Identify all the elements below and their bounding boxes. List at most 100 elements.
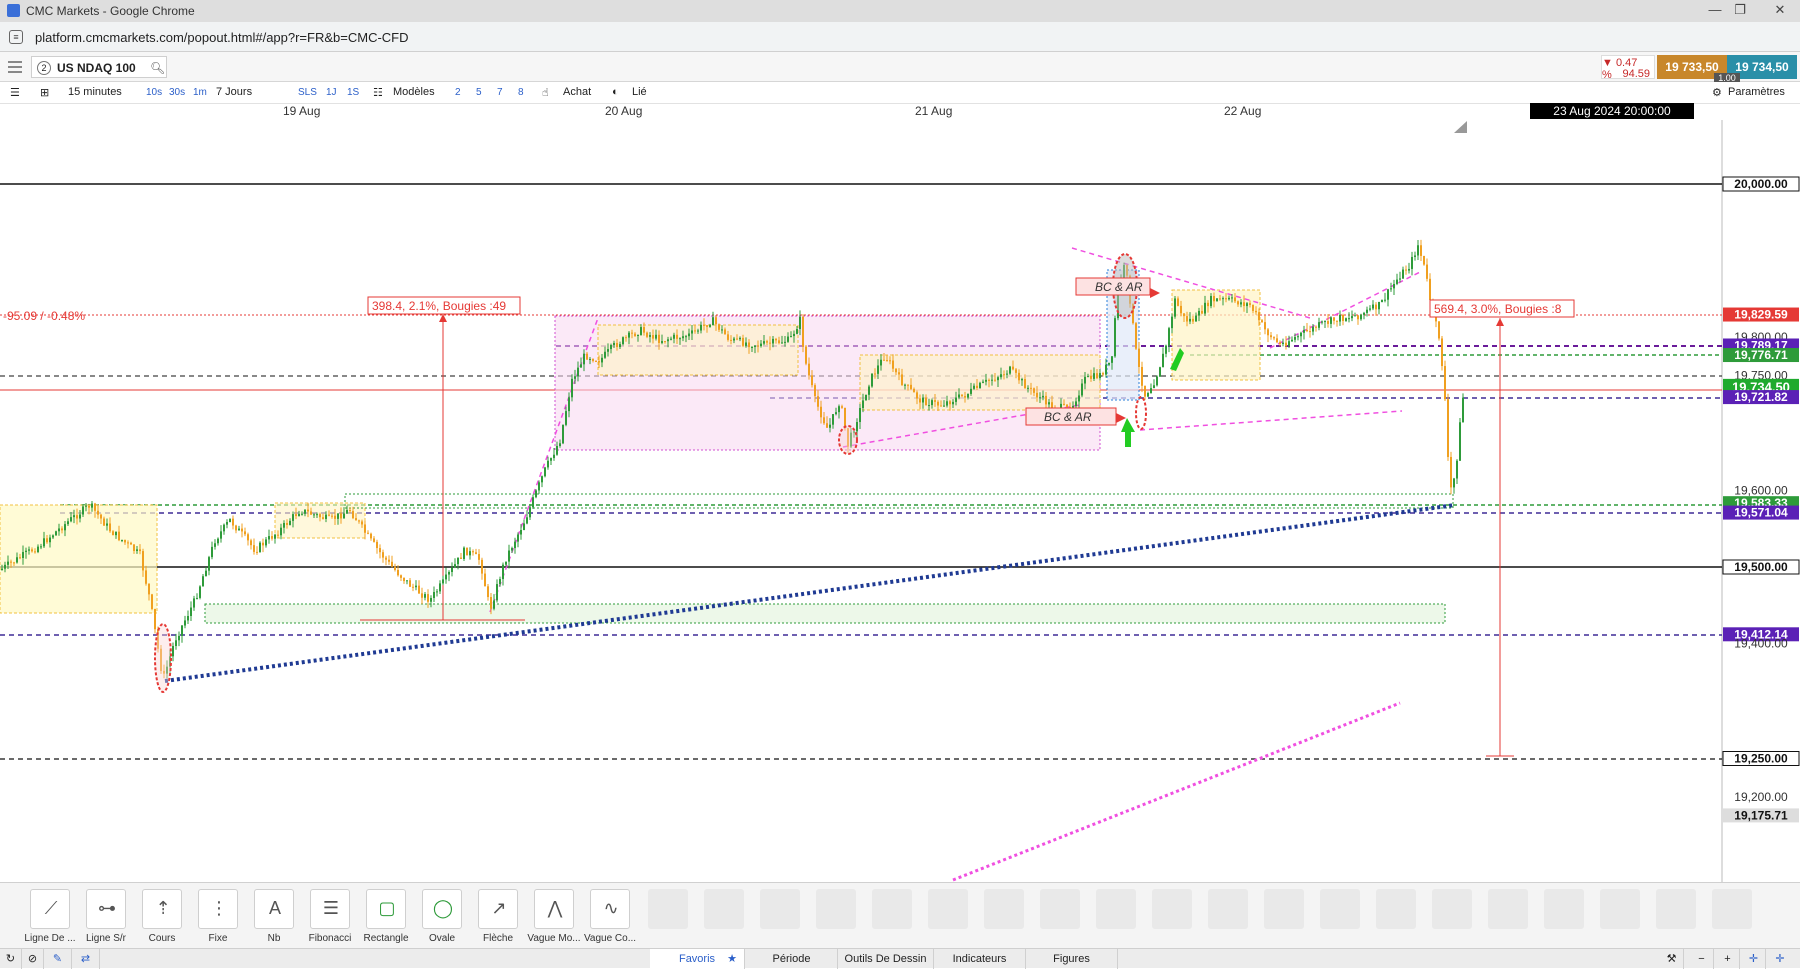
- buy-hand-icon[interactable]: ☝: [542, 86, 549, 99]
- empty-tool-slot[interactable]: [1432, 889, 1472, 929]
- empty-tool-slot[interactable]: [1488, 889, 1528, 929]
- crosshair-tool-icon[interactable]: ⚒: [1660, 949, 1684, 969]
- template-8[interactable]: 8: [518, 87, 524, 98]
- candle-body: [274, 534, 276, 539]
- arrow-tool-button[interactable]: ↗: [478, 889, 518, 929]
- link-icon[interactable]: ◐: [612, 86, 619, 98]
- sr-line-tool-button[interactable]: ⊶: [86, 889, 126, 929]
- interval-30s[interactable]: 30s: [169, 87, 185, 98]
- empty-tool-slot[interactable]: [704, 889, 744, 929]
- tab-indicators[interactable]: Indicateurs: [934, 949, 1026, 969]
- oval-tool-button[interactable]: ◯: [422, 889, 462, 929]
- candle-body: [838, 406, 840, 413]
- star-icon[interactable]: ★: [718, 949, 746, 969]
- candle-body: [1042, 395, 1044, 398]
- empty-tool-slot[interactable]: [1376, 889, 1416, 929]
- trend-line-tool-button[interactable]: ⟋: [30, 889, 70, 929]
- candle-body: [1408, 268, 1410, 271]
- empty-tool-slot[interactable]: [1040, 889, 1080, 929]
- settings-button[interactable]: Paramètres: [1728, 86, 1785, 98]
- url-text[interactable]: platform.cmcmarkets.com/popout.html#/app…: [35, 30, 409, 45]
- wave-mo-tool-button[interactable]: ⋀: [534, 889, 574, 929]
- candle-body: [793, 333, 795, 337]
- candle-body: [490, 597, 492, 609]
- empty-tool-slot[interactable]: [1264, 889, 1304, 929]
- interval-10s[interactable]: 10s: [146, 87, 162, 98]
- candle-body: [178, 635, 180, 641]
- candle-body: [874, 373, 876, 375]
- crosshair-icon[interactable]: ✛: [1742, 949, 1766, 969]
- candle-body: [1264, 322, 1266, 330]
- empty-tool-slot[interactable]: [984, 889, 1024, 929]
- date-label: 21 Aug: [915, 104, 953, 118]
- day-change-label: -95.09 / -0.48%: [3, 309, 85, 323]
- empty-tool-slot[interactable]: [760, 889, 800, 929]
- candle-body: [568, 397, 570, 412]
- layout-icon[interactable]: ⊞: [40, 86, 49, 99]
- empty-tool-slot[interactable]: [816, 889, 856, 929]
- bottom-tab-bar: ↻ ⊘ ✎ ⇄ Favoris ★ Période Outils De Dess…: [0, 948, 1800, 969]
- empty-tool-slot[interactable]: [1320, 889, 1360, 929]
- template-7[interactable]: 7: [497, 87, 503, 98]
- pencil-icon[interactable]: ✎: [44, 949, 72, 969]
- candle-body: [1048, 402, 1050, 405]
- templates-icon[interactable]: ☷: [373, 86, 383, 99]
- fibonacci-tool-button[interactable]: ☰: [310, 889, 350, 929]
- candle-body: [745, 342, 747, 346]
- template-5[interactable]: 5: [476, 87, 482, 98]
- refresh-icon[interactable]: ↻: [0, 949, 22, 969]
- list-icon[interactable]: ☰: [10, 86, 20, 99]
- tab-figures[interactable]: Figures: [1026, 949, 1118, 969]
- zoom-out-icon[interactable]: −: [1690, 949, 1714, 969]
- price-chart[interactable]: 398.4, 2.1%, Bougies :49 569.4, 3.0%, Bo…: [0, 120, 1800, 882]
- text-note-tool-button[interactable]: A: [254, 889, 294, 929]
- range-1j[interactable]: 1J: [326, 87, 337, 98]
- range-1s[interactable]: 1S: [347, 87, 359, 98]
- shuffle-icon[interactable]: ⇄: [72, 949, 100, 969]
- block-icon[interactable]: ⊘: [22, 949, 44, 969]
- candle-body: [1459, 422, 1461, 461]
- instrument-selector[interactable]: 2 US NDAQ 100 🔍︎: [31, 56, 167, 78]
- empty-tool-slot[interactable]: [872, 889, 912, 929]
- range-sls[interactable]: SLS: [298, 87, 317, 98]
- candle-body: [658, 334, 660, 343]
- candle-body: [835, 412, 837, 415]
- price-line-tool-button[interactable]: ⇡: [142, 889, 182, 929]
- empty-tool-slot[interactable]: [1208, 889, 1248, 929]
- rectangle-tool-button[interactable]: ▢: [366, 889, 406, 929]
- buy-mode-button[interactable]: Achat: [563, 86, 591, 98]
- menu-icon[interactable]: [8, 61, 22, 73]
- templates-button[interactable]: Modèles: [393, 86, 435, 98]
- candle-body: [328, 514, 330, 516]
- empty-tool-slot[interactable]: [1600, 889, 1640, 929]
- interval-select[interactable]: 15 minutes: [68, 86, 122, 98]
- empty-tool-slot[interactable]: [1544, 889, 1584, 929]
- candle-body: [364, 524, 366, 533]
- close-icon[interactable]: ✕: [1765, 2, 1795, 20]
- empty-tool-slot[interactable]: [1096, 889, 1136, 929]
- empty-tool-slot[interactable]: [1712, 889, 1752, 929]
- interval-1m[interactable]: 1m: [193, 87, 207, 98]
- settings-icon[interactable]: ⚙: [1712, 86, 1722, 99]
- tool-label: Fixe: [208, 933, 228, 944]
- tab-period[interactable]: Période: [746, 949, 838, 969]
- search-icon[interactable]: 🔍︎: [150, 61, 165, 75]
- crosshair-alt-icon[interactable]: ✛: [1768, 949, 1792, 969]
- measure-label-1: 398.4, 2.1%, Bougies :49: [372, 299, 506, 313]
- candle-body: [997, 377, 999, 381]
- vertical-line-tool-button[interactable]: ⋮: [198, 889, 238, 929]
- wave-co-tool-button[interactable]: ∿: [590, 889, 630, 929]
- tab-drawing-tools[interactable]: Outils De Dessin: [838, 949, 934, 969]
- range-select[interactable]: 7 Jours: [216, 86, 252, 98]
- restore-icon[interactable]: ❐: [1725, 2, 1755, 20]
- template-2[interactable]: 2: [455, 87, 461, 98]
- linked-button[interactable]: Lié: [632, 86, 647, 98]
- rectangle-icon: ▢: [378, 898, 396, 918]
- zoom-in-icon[interactable]: +: [1716, 949, 1740, 969]
- empty-tool-slot[interactable]: [1656, 889, 1696, 929]
- candle-body: [553, 454, 555, 459]
- empty-tool-slot[interactable]: [928, 889, 968, 929]
- site-info-icon[interactable]: ≡: [9, 30, 23, 44]
- empty-tool-slot[interactable]: [1152, 889, 1192, 929]
- empty-tool-slot[interactable]: [648, 889, 688, 929]
